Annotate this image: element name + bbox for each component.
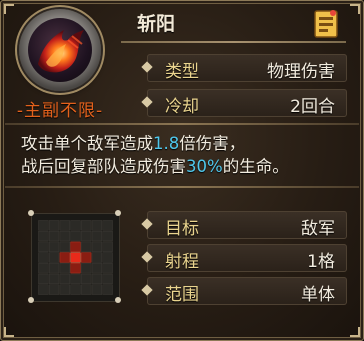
- diamond-bullet-icon: [141, 96, 153, 108]
- corner-ornament: [350, 327, 360, 337]
- description-line-2: 战后回复部队造成伤害30%的生命。: [21, 155, 351, 178]
- grid-pin: [28, 297, 34, 303]
- grid-cell-adjacent: [70, 263, 81, 274]
- range-label: 射程: [165, 252, 199, 272]
- grid-cell: [81, 284, 92, 295]
- attribute-label: 冷却: [165, 97, 199, 117]
- range-grid-icon: [31, 213, 120, 302]
- grid-cell: [81, 263, 92, 274]
- damage-multiplier: 1.8: [153, 134, 180, 153]
- diamond-bullet-icon: [141, 284, 153, 296]
- grid-cell: [59, 263, 70, 274]
- grid-cell: [48, 241, 60, 252]
- attribute-value: 物理伤害: [267, 62, 335, 82]
- grid-cell: [48, 220, 60, 231]
- desc-text: 的生命。: [222, 157, 289, 176]
- range-label: 目标: [165, 219, 199, 239]
- diamond-bullet-icon: [141, 218, 153, 230]
- grid-cell: [70, 230, 81, 242]
- grid-cell: [81, 273, 92, 285]
- grid-cell: [38, 241, 49, 252]
- grid-cell: [70, 220, 81, 231]
- grid-cell-adjacent: [81, 252, 92, 263]
- grid-cell: [91, 273, 103, 285]
- grid-cell: [59, 273, 70, 285]
- skill-description: 攻击单个敌军造成1.8倍伤害， 战后回复部队造成伤害30%的生命。: [21, 132, 351, 178]
- grid-cell: [91, 263, 103, 274]
- grid-cell: [102, 230, 113, 242]
- grid-cell: [38, 252, 49, 263]
- section-divider: [5, 186, 359, 188]
- title-underline: [121, 41, 346, 43]
- grid-cell: [91, 220, 103, 231]
- grid-cell: [59, 241, 70, 252]
- grid-cell: [48, 230, 60, 242]
- corner-ornament: [4, 327, 14, 337]
- grid-cell: [81, 220, 92, 231]
- section-divider: [5, 123, 359, 125]
- grid-cell: [102, 220, 113, 231]
- grid-cell-adjacent: [70, 241, 81, 252]
- grid-cell: [70, 284, 81, 295]
- grid-cell-adjacent: [59, 252, 70, 263]
- grid-pin: [115, 297, 121, 303]
- attribute-row-cooldown: 冷却 2回合: [141, 89, 347, 117]
- grid-cell: [102, 273, 113, 285]
- grid-cell: [59, 220, 70, 231]
- attribute-label: 类型: [165, 62, 199, 82]
- heal-percent: 30%: [186, 157, 223, 176]
- flame-claw-icon: [28, 18, 92, 82]
- grid-pin: [28, 210, 34, 216]
- grid-cell: [70, 273, 81, 285]
- diamond-bullet-icon: [141, 61, 153, 73]
- grid-pin: [115, 210, 121, 216]
- grid-cell: [91, 284, 103, 295]
- grid-cell-center: [70, 252, 81, 263]
- diamond-bullet-icon: [141, 251, 153, 263]
- grid-cell: [48, 263, 60, 274]
- range-grid: [38, 220, 113, 295]
- grid-cell: [59, 284, 70, 295]
- corner-ornament: [350, 4, 360, 14]
- range-row-target: 目标 敌军: [141, 211, 347, 239]
- skill-detail-panel: -主副不限- 斩阳 类型 物理伤害 冷却 2回合 攻击单个敌军造成1.8倍伤害，…: [0, 0, 364, 341]
- skill-slot-label: -主副不限-: [16, 101, 104, 121]
- grid-cell: [102, 263, 113, 274]
- corner-ornament: [4, 4, 14, 14]
- grid-cell: [91, 241, 103, 252]
- grid-cell: [91, 230, 103, 242]
- grid-cell: [38, 230, 49, 242]
- skill-name: 斩阳: [137, 13, 176, 35]
- range-label: 范围: [165, 285, 199, 305]
- range-row-distance: 射程 1格: [141, 244, 347, 272]
- range-value: 敌军: [301, 219, 335, 239]
- description-line-1: 攻击单个敌军造成1.8倍伤害，: [21, 132, 351, 155]
- range-value: 1格: [307, 252, 335, 272]
- grid-cell: [38, 284, 49, 295]
- grid-cell: [59, 230, 70, 242]
- attribute-value: 2回合: [290, 97, 335, 117]
- grid-cell: [38, 263, 49, 274]
- grid-cell: [102, 241, 113, 252]
- grid-cell: [48, 284, 60, 295]
- desc-text: 倍伤害，: [179, 134, 246, 153]
- grid-cell: [48, 252, 60, 263]
- attribute-row-type: 类型 物理伤害: [141, 54, 347, 82]
- grid-cell: [81, 241, 92, 252]
- grid-cell: [102, 284, 113, 295]
- grid-cell: [38, 273, 49, 285]
- book-icon[interactable]: [311, 5, 341, 41]
- grid-cell: [102, 252, 113, 263]
- range-row-area: 范围 单体: [141, 277, 347, 305]
- grid-cell: [81, 230, 92, 242]
- skill-icon-frame[interactable]: [19, 9, 101, 91]
- grid-cell: [48, 273, 60, 285]
- range-value: 单体: [301, 285, 335, 305]
- grid-cell: [38, 220, 49, 231]
- desc-text: 攻击单个敌军造成: [21, 134, 153, 153]
- desc-text: 战后回复部队造成伤害: [21, 157, 186, 176]
- grid-cell: [91, 252, 103, 263]
